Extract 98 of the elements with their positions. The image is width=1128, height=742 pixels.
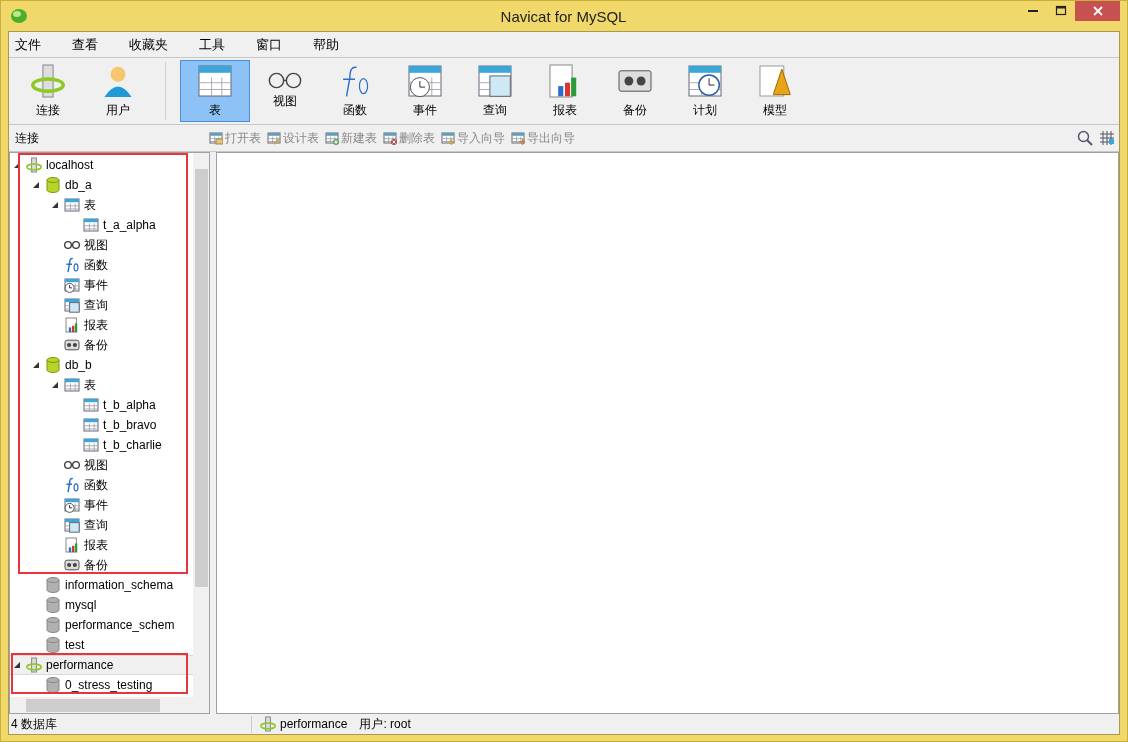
tree-item[interactable]: t_a_alpha (10, 215, 193, 235)
tree-item[interactable]: 函数 (10, 475, 193, 495)
toolbar-button[interactable]: 报表 (530, 60, 600, 122)
menu-item[interactable]: 文件 (9, 35, 58, 54)
glasses-icon (64, 461, 80, 469)
table-delete-icon (383, 131, 397, 145)
server-icon (260, 716, 276, 732)
vertical-scrollbar[interactable] (193, 153, 209, 697)
tree-item[interactable]: 备份 (10, 335, 193, 355)
glasses-icon (268, 72, 302, 89)
toolbar-button[interactable]: 表 (180, 60, 250, 122)
close-button[interactable] (1075, 1, 1120, 21)
report-chart-icon (64, 317, 80, 333)
toolbar-button[interactable]: 计划 (670, 60, 740, 122)
search-icon[interactable] (1077, 130, 1093, 146)
window-title: Navicat for MySQL (499, 7, 628, 25)
ruler-diagram-icon (758, 63, 792, 98)
tree-item[interactable]: performance (10, 655, 193, 675)
tree-item[interactable]: 视图 (10, 455, 193, 475)
server-icon (26, 657, 42, 673)
menu-item[interactable]: 工具 (193, 35, 242, 54)
horizontal-scrollbar[interactable] (10, 697, 209, 713)
table-icon (64, 377, 80, 393)
tree-item[interactable]: t_b_charlie (10, 435, 193, 455)
toolbar-button[interactable]: 查询 (460, 60, 530, 122)
toolbar-button[interactable]: 视图 (250, 60, 320, 122)
function-icon (64, 257, 80, 273)
table-icon (64, 197, 80, 213)
tree-item[interactable]: 报表 (10, 315, 193, 335)
status-text: 用户: root (359, 715, 411, 733)
close-icon (1091, 5, 1104, 17)
tree-item[interactable]: localhost (10, 155, 193, 175)
menu-item[interactable]: 收藏夹 (123, 35, 185, 54)
tree-item[interactable]: performance_schem (10, 615, 193, 635)
tree-item[interactable]: db_a (10, 175, 193, 195)
clock-table-icon (408, 63, 442, 98)
status-text: 4 数据库 (10, 715, 58, 733)
tree-item[interactable]: 表 (10, 375, 193, 395)
table-plus-icon (325, 131, 339, 145)
table-export-icon (511, 131, 525, 145)
table-icon (83, 397, 99, 413)
report-chart-icon (64, 537, 80, 553)
tree-item[interactable]: 表 (10, 195, 193, 215)
menu-item[interactable]: 查看 (66, 35, 115, 54)
toolbar-button[interactable]: 函数 (320, 60, 390, 122)
menu-item[interactable]: 窗口 (250, 35, 299, 54)
query-table-icon (64, 297, 80, 313)
query-table-icon (478, 63, 512, 98)
function-icon (64, 477, 80, 493)
tree-item[interactable]: 事件 (10, 495, 193, 515)
glasses-icon (64, 241, 80, 249)
tree-item[interactable]: 查询 (10, 515, 193, 535)
tree-item[interactable]: 视图 (10, 235, 193, 255)
app-logo-icon (10, 8, 28, 24)
table-icon (83, 437, 99, 453)
clock-table-icon (64, 277, 80, 293)
tree-item[interactable]: 报表 (10, 535, 193, 555)
minimize-icon (1028, 10, 1038, 12)
tree-item[interactable]: 函数 (10, 255, 193, 275)
cassette-icon (64, 337, 80, 353)
server-icon (31, 63, 65, 98)
tree-item[interactable]: 查询 (10, 295, 193, 315)
table-pencil-icon (267, 131, 281, 145)
cassette-icon (64, 557, 80, 573)
collapse-arrow-icon[interactable] (14, 162, 20, 168)
tree-item[interactable]: 备份 (10, 555, 193, 575)
tree-item[interactable]: mysql (10, 595, 193, 615)
tree-item[interactable]: t_b_bravo (10, 415, 193, 435)
calendar-clock-icon (688, 63, 722, 98)
table-folder-icon (209, 131, 223, 145)
sidebar-title: 连接 (14, 129, 40, 147)
toolbar-button[interactable]: 用户 (83, 60, 153, 122)
status-text: performance (280, 717, 348, 731)
collapse-arrow-icon[interactable] (33, 362, 39, 368)
tree-item[interactable]: test (10, 635, 193, 655)
tree-item[interactable]: t_b_alpha (10, 395, 193, 415)
collapse-arrow-icon[interactable] (33, 182, 39, 188)
tree-item[interactable]: db_b (10, 355, 193, 375)
collapse-arrow-icon[interactable] (52, 382, 58, 388)
toolbar-button[interactable]: 备份 (600, 60, 670, 122)
collapse-arrow-icon[interactable] (14, 662, 20, 668)
maximize-icon (1055, 5, 1067, 17)
toolbar-button[interactable]: 事件 (390, 60, 460, 122)
table-icon (83, 217, 99, 233)
server-icon (26, 157, 42, 173)
table-icon (198, 63, 232, 98)
table-icon (83, 417, 99, 433)
toolbar-button[interactable]: 连接 (13, 60, 83, 122)
query-table-icon (64, 517, 80, 533)
grid-view-icon[interactable] (1099, 130, 1115, 146)
tree-item[interactable]: information_schema (10, 575, 193, 595)
clock-table-icon (64, 497, 80, 513)
tree-item[interactable]: 0_stress_testing (10, 675, 193, 695)
tree-item[interactable]: 事件 (10, 275, 193, 295)
collapse-arrow-icon[interactable] (52, 202, 58, 208)
menu-item[interactable]: 帮助 (307, 35, 356, 54)
table-import-icon (441, 131, 455, 145)
toolbar-button[interactable]: 模型 (740, 60, 810, 122)
